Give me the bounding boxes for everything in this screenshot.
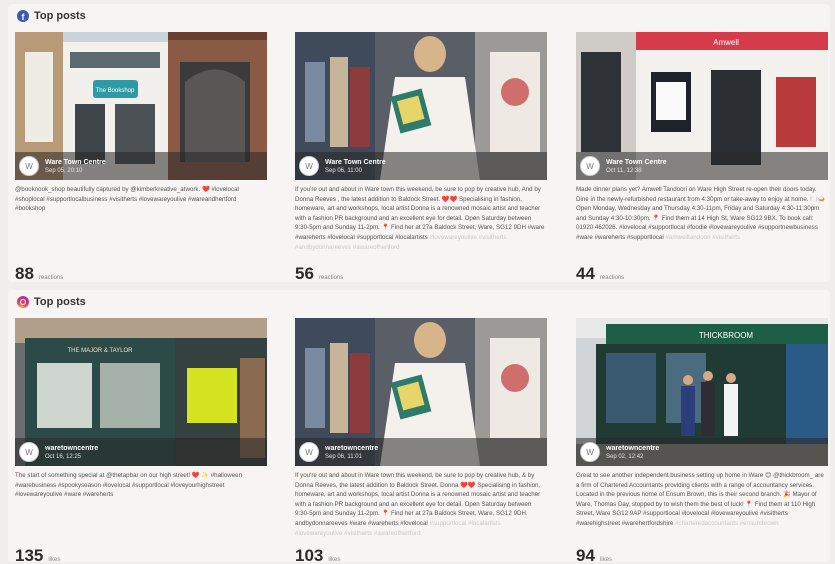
caption-faded-text: #charteredaccountants #ensumbrown: [675, 519, 779, 527]
reactions-metric: 56 reactions: [295, 264, 343, 284]
post-caption: If you're out and about in Ware town thi…: [295, 471, 547, 551]
account-name[interactable]: Ware Town Centre: [606, 158, 667, 167]
reactions-label: reactions: [38, 275, 64, 281]
shop-sign-text: The Bookshop: [96, 88, 135, 94]
caption-text: Made dinner plans yet? Amwell Tandoori o…: [576, 186, 826, 241]
avatar: W: [580, 156, 600, 176]
likes-metric: 103 likes: [295, 546, 340, 564]
section-header: Top posts: [8, 290, 830, 314]
instagram-icon: [17, 296, 29, 308]
account-name[interactable]: Ware Town Centre: [45, 158, 106, 167]
post-caption: The start of something special at @theta…: [15, 471, 267, 551]
reactions-metric: 44 reactions: [576, 264, 624, 284]
account-name[interactable]: waretowncentre: [45, 444, 98, 453]
caption-text: The start of something special at @theta…: [15, 472, 243, 499]
likes-label: likes: [48, 557, 61, 563]
likes-metric: 135 likes: [15, 546, 60, 564]
post-author-bar: W waretowncentre Sep 02, 12:42: [576, 438, 828, 466]
post-caption: Great to see another independent busines…: [576, 471, 828, 551]
likes-metric: 94 likes: [576, 546, 612, 564]
reactions-count: 56: [295, 264, 314, 283]
post-date: Sep 06, 11:00: [325, 167, 362, 174]
reactions-metric: 88 reactions: [15, 264, 63, 284]
post-date: Sep 06, 11:01: [325, 453, 362, 460]
caption-text: @booknook_shop beautifully captured by @…: [15, 186, 239, 213]
shop-sign-text: Amwell: [713, 38, 739, 47]
avatar: W: [19, 442, 39, 462]
avatar: W: [299, 156, 319, 176]
reactions-label: reactions: [599, 275, 625, 281]
post-caption: If you're out and about in Ware town thi…: [295, 185, 547, 265]
likes-label: likes: [599, 557, 612, 563]
reactions-label: reactions: [318, 275, 344, 281]
post-date: Oct 16, 12:25: [45, 453, 82, 460]
caption-faded-text: #amwelltandoori #visitherts: [665, 233, 741, 241]
instagram-top-posts-section: Top posts THE MAJOR & TAYLOR W waretownc…: [8, 290, 830, 564]
post-image[interactable]: The Bookshop W Ware Town Centre Sep 05, …: [15, 32, 267, 180]
avatar: W: [580, 442, 600, 462]
account-name[interactable]: waretowncentre: [606, 444, 659, 453]
shop-sign-text: THE MAJOR & TAYLOR: [67, 348, 133, 354]
post-caption: @booknook_shop beautifully captured by @…: [15, 185, 267, 265]
likes-label: likes: [328, 557, 341, 563]
facebook-icon: f: [17, 10, 29, 22]
post-author-bar: W Ware Town Centre Sep 05, 20:10: [15, 152, 267, 180]
caption-text: If you're out and about in Ware town thi…: [295, 472, 541, 527]
caption-text: If you're out and about in Ware town thi…: [295, 186, 545, 241]
post-image[interactable]: THICKBROOM W waretowncentre Sep 02, 12:4…: [576, 318, 828, 466]
account-name[interactable]: waretowncentre: [325, 444, 378, 453]
post-image[interactable]: Amwell W Ware Town Centre Oct 11, 12:38: [576, 32, 828, 180]
post-date: Sep 05, 20:10: [45, 167, 83, 174]
post-caption: Made dinner plans yet? Amwell Tandoori o…: [576, 185, 828, 265]
section-title: Top posts: [34, 10, 86, 22]
post-author-bar: W waretowncentre Sep 06, 11:01: [295, 438, 547, 466]
account-name[interactable]: Ware Town Centre: [325, 158, 386, 167]
avatar: W: [19, 156, 39, 176]
post-author-bar: W Ware Town Centre Oct 11, 12:38: [576, 152, 828, 180]
likes-count: 94: [576, 546, 595, 564]
reactions-count: 88: [15, 264, 34, 283]
shop-sign-text: THICKBROOM: [699, 331, 754, 340]
section-title: Top posts: [34, 296, 86, 308]
caption-text: Great to see another independent busines…: [576, 472, 824, 527]
post-author-bar: W waretowncentre Oct 16, 12:25: [15, 438, 267, 466]
post-author-bar: W Ware Town Centre Sep 06, 11:00: [295, 152, 547, 180]
post-image[interactable]: THE MAJOR & TAYLOR W waretowncentre Oct …: [15, 318, 267, 466]
likes-count: 135: [15, 546, 44, 564]
post-date: Oct 11, 12:38: [606, 167, 642, 174]
likes-count: 103: [295, 546, 324, 564]
post-date: Sep 02, 12:42: [606, 453, 644, 460]
facebook-top-posts-section: f Top posts The Bookshop W Ware Town Cen…: [8, 4, 830, 284]
reactions-count: 44: [576, 264, 595, 283]
section-header: f Top posts: [8, 4, 830, 28]
post-image[interactable]: W Ware Town Centre Sep 06, 11:00: [295, 32, 547, 180]
post-image[interactable]: W waretowncentre Sep 06, 11:01: [295, 318, 547, 466]
avatar: W: [299, 442, 319, 462]
